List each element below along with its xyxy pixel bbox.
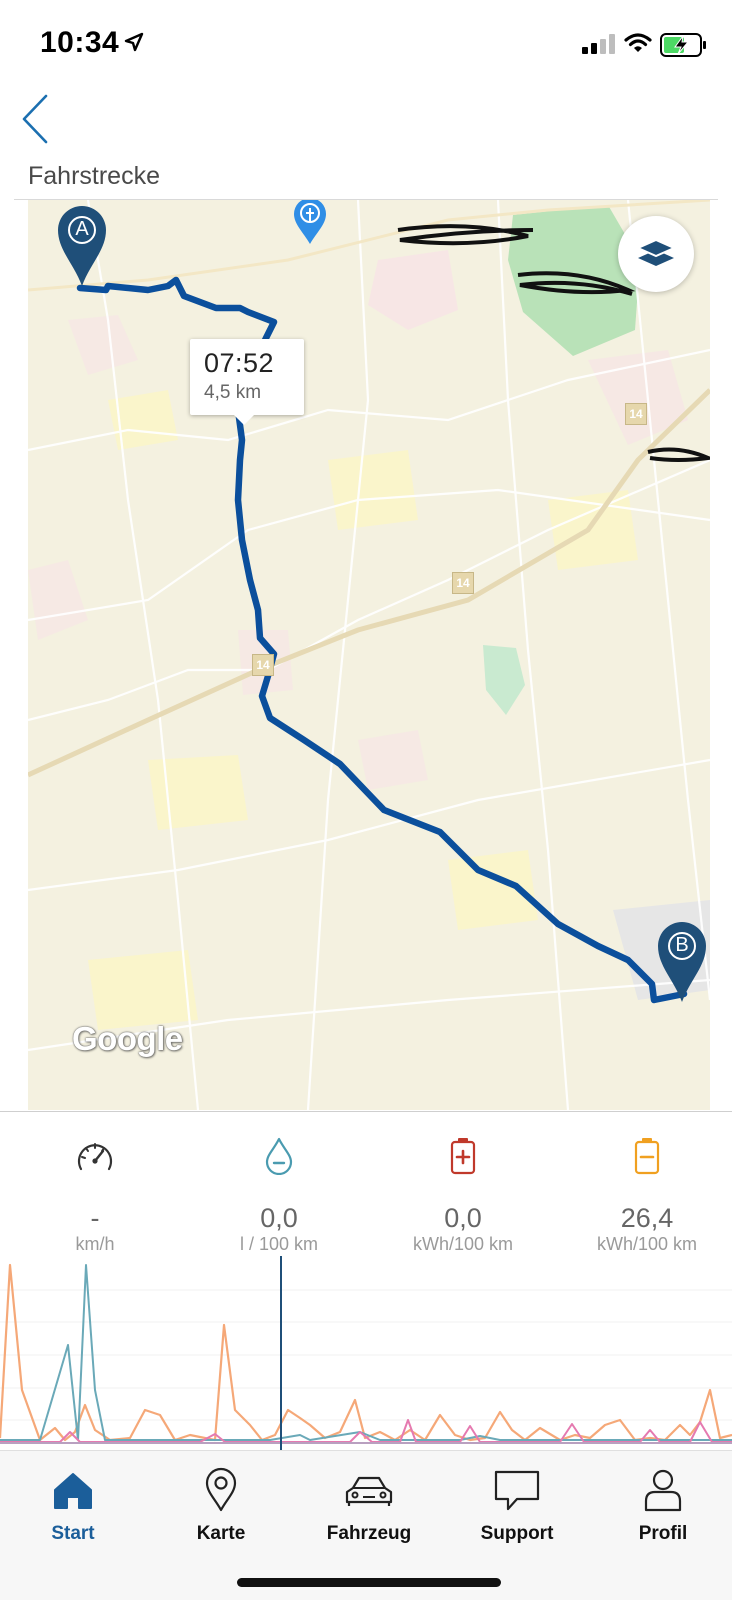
- map-bottom-divider: [0, 1111, 732, 1112]
- battery-plus-icon: [450, 1138, 476, 1175]
- metric-recuperation-value: 0,0: [444, 1203, 482, 1233]
- route-tooltip: 07:52 4,5 km: [190, 339, 304, 425]
- metric-fuel-value: 0,0: [260, 1203, 298, 1233]
- tab-karte-label: Karte: [196, 1523, 246, 1544]
- tab-profil-label: Profil: [638, 1523, 688, 1544]
- metric-consumption-value: 26,4: [620, 1203, 674, 1233]
- metric-speed: - km/h: [3, 1120, 187, 1254]
- metric-fuel: 0,0 l / 100 km: [187, 1120, 371, 1254]
- location-arrow-icon: [124, 32, 144, 57]
- status-bar: 10:34: [0, 0, 732, 90]
- map-background: [28, 200, 710, 1110]
- road-label: 14: [252, 654, 274, 676]
- home-icon: [54, 1473, 92, 1509]
- map-pin-end-icon: [658, 922, 706, 1002]
- series-consumption-line: [0, 1263, 732, 1442]
- chevron-left-icon: [22, 94, 48, 144]
- end-marker[interactable]: B: [656, 918, 710, 1004]
- tab-start-label: Start: [51, 1523, 95, 1544]
- start-marker[interactable]: A: [56, 202, 108, 288]
- tooltip-distance: 4,5 km: [204, 382, 262, 403]
- route-map[interactable]: 14 14 14 A B 07:52 4,5 km Google: [28, 200, 710, 1110]
- person-icon: [644, 1469, 682, 1512]
- battery-charging-icon: [660, 33, 708, 62]
- speedometer-icon: [77, 1143, 113, 1171]
- car-icon: [345, 1476, 393, 1506]
- end-marker-label: B: [675, 934, 689, 956]
- metric-speed-value: -: [90, 1203, 100, 1233]
- road-label: 14: [452, 572, 474, 594]
- tab-fahrzeug[interactable]: Fahrzeug: [296, 1461, 442, 1561]
- status-time: 10:34: [40, 26, 120, 59]
- fuel-drop-icon: [265, 1137, 293, 1175]
- metric-recuperation: 0,0 kWh/100 km: [371, 1120, 555, 1254]
- tab-fahrzeug-label: Fahrzeug: [326, 1523, 412, 1544]
- poi-tree-marker-icon[interactable]: [292, 200, 328, 246]
- map-pin-icon: [205, 1467, 237, 1512]
- road-label: 14: [625, 403, 647, 425]
- home-indicator[interactable]: [237, 1578, 501, 1587]
- wifi-icon: [624, 32, 652, 59]
- map-pin-start-icon: [58, 206, 106, 286]
- trip-profile-chart[interactable]: [0, 1250, 732, 1450]
- back-button[interactable]: [14, 92, 60, 146]
- tooltip-time: 07:52: [204, 348, 275, 378]
- google-logo: Google: [72, 1020, 183, 1057]
- tab-support[interactable]: Support: [444, 1461, 590, 1561]
- tab-support-label: Support: [480, 1523, 554, 1544]
- trip-profile-svg: [0, 1256, 732, 1450]
- tab-profil[interactable]: Profil: [590, 1461, 732, 1561]
- chat-bubble-icon: [494, 1470, 540, 1511]
- tab-start[interactable]: Start: [0, 1461, 146, 1561]
- page-title: Fahrstrecke: [28, 162, 160, 190]
- trip-metrics: - km/h 0,0 l / 100 km 0,0 kWh/100 km 26,…: [0, 1120, 732, 1254]
- cellular-signal-icon: [582, 34, 616, 59]
- start-marker-label: A: [75, 218, 89, 240]
- tab-karte[interactable]: Karte: [148, 1461, 294, 1561]
- battery-minus-icon: [634, 1138, 660, 1175]
- layers-icon: [636, 238, 676, 266]
- metric-consumption: 26,4 kWh/100 km: [555, 1120, 732, 1254]
- series-fuel-line: [0, 1264, 732, 1441]
- map-layers-button[interactable]: [618, 216, 694, 292]
